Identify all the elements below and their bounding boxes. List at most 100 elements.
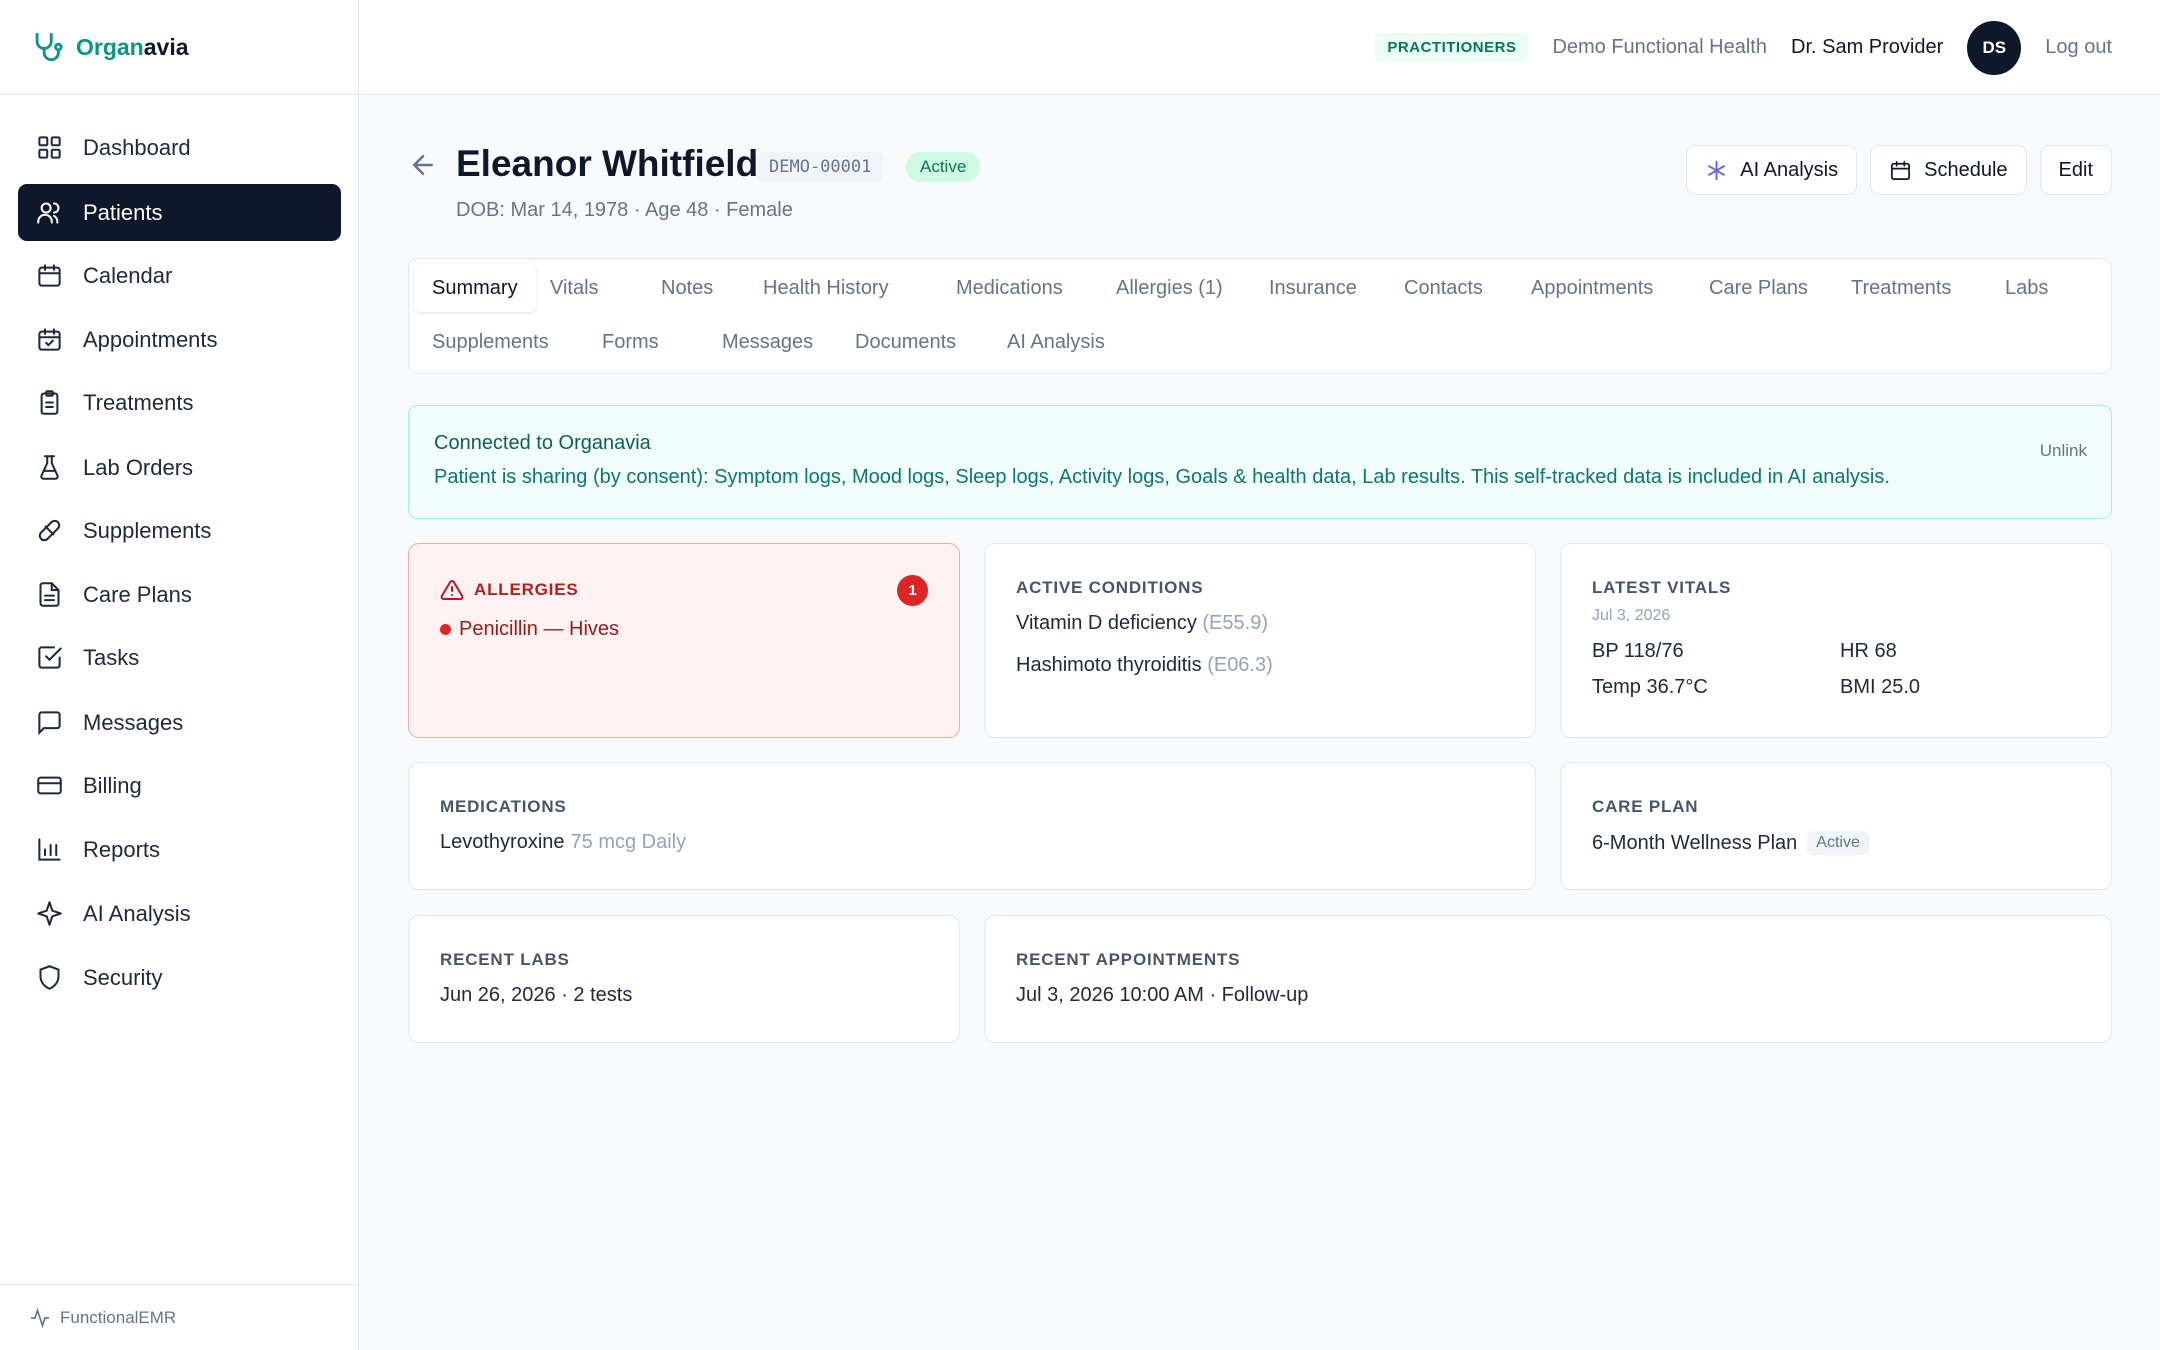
sidebar-item-label: Reports: [83, 836, 161, 862]
allergy-dot: [440, 624, 451, 635]
tab-care-plans[interactable]: Care Plans: [1691, 264, 1826, 312]
sidebar-item-label: Care Plans: [83, 581, 192, 607]
pill-icon: [38, 519, 61, 542]
tab-allergies[interactable]: Allergies (1): [1098, 264, 1241, 312]
tab-insurance[interactable]: Insurance: [1251, 264, 1375, 312]
sidebar-item-security[interactable]: Security: [18, 949, 341, 1006]
tab-treatments[interactable]: Treatments: [1833, 264, 1969, 312]
condition-item: Hashimoto thyroiditis (E06.3): [1016, 654, 1273, 677]
banner-title: Connected to Organavia: [434, 432, 651, 454]
patient-demographics: DOB: Mar 14, 1978 · Age 48 · Female: [456, 199, 793, 221]
sidebar-item-treatments[interactable]: Treatments: [18, 374, 341, 431]
tab-documents[interactable]: Documents: [837, 318, 974, 366]
allergies-header: ALLERGIES: [440, 578, 579, 602]
medication-name: Levothyroxine: [440, 831, 565, 853]
file-text-icon: [39, 582, 60, 607]
edit-label: Edit: [2058, 158, 2093, 181]
topbar: PRACTITIONERS Demo Functional Health Dr.…: [359, 0, 2160, 95]
care-plan-status-badge: Active: [1807, 831, 1869, 855]
tab-notes[interactable]: Notes: [643, 264, 731, 312]
sidebar-item-label: AI Analysis: [83, 900, 191, 926]
banner-text: Patient is sharing (by consent): Symptom…: [434, 466, 1890, 488]
tab-health-history[interactable]: Health History: [745, 264, 907, 312]
allergies-card[interactable]: ALLERGIES 1 Penicillin — Hives: [408, 543, 960, 738]
sidebar-item-tasks[interactable]: Tasks: [18, 629, 341, 686]
tab-summary[interactable]: Summary: [414, 264, 536, 312]
tab-forms[interactable]: Forms: [584, 318, 677, 366]
recent-labs-label: RECENT LABS: [440, 950, 570, 969]
brand-logo[interactable]: Organavia: [0, 0, 358, 95]
patient-tabs: Summary Vitals Notes Health History Medi…: [408, 258, 2112, 374]
avatar[interactable]: DS: [1967, 20, 2022, 75]
sidebar: Organavia Dashboard Patients Calendar Ap…: [0, 0, 359, 1350]
asterisk-icon: [1708, 160, 1726, 180]
alert-triangle-icon: [440, 579, 464, 600]
activity-icon: [30, 1307, 50, 1328]
condition-item: Vitamin D deficiency (E55.9): [1016, 612, 1268, 635]
tab-messages[interactable]: Messages: [704, 318, 831, 366]
allergy-text: Penicillin — Hives: [459, 618, 620, 640]
header-actions: AI Analysis Schedule Edit: [1686, 145, 2112, 195]
logout-link[interactable]: Log out: [2045, 36, 2112, 59]
conditions-label: ACTIVE CONDITIONS: [1016, 578, 1204, 597]
org-name[interactable]: Demo Functional Health: [1552, 36, 1767, 59]
sidebar-footer: FunctionalEMR: [0, 1284, 359, 1350]
allergy-item: Penicillin — Hives: [440, 618, 619, 641]
sidebar-item-patients[interactable]: Patients: [18, 184, 341, 241]
sidebar-item-ai-analysis[interactable]: AI Analysis: [18, 885, 341, 942]
schedule-label: Schedule: [1924, 158, 2008, 181]
vital-hr: HR 68: [1840, 640, 1897, 662]
status-badge: Active: [906, 152, 981, 182]
tab-medications[interactable]: Medications: [938, 264, 1081, 312]
unlink-button[interactable]: Unlink: [2040, 441, 2087, 461]
care-plan-label: CARE PLAN: [1592, 797, 1699, 816]
sidebar-item-dashboard[interactable]: Dashboard: [18, 119, 341, 176]
vital-bp: BP 118/76: [1592, 640, 1684, 662]
calendar-icon: [1891, 160, 1911, 180]
sidebar-item-supplements[interactable]: Supplements: [18, 502, 341, 559]
clipboard-icon: [40, 390, 59, 415]
tab-vitals[interactable]: Vitals: [532, 264, 617, 312]
active-conditions-card[interactable]: ACTIVE CONDITIONS Vitamin D deficiency (…: [984, 543, 1536, 738]
vitals-date: Jul 3, 2026: [1592, 607, 1671, 624]
sidebar-item-calendar[interactable]: Calendar: [18, 247, 341, 304]
stethoscope-icon: [35, 32, 63, 62]
sidebar-item-label: Patients: [83, 199, 163, 225]
tab-supplements[interactable]: Supplements: [414, 318, 567, 366]
care-plan-card[interactable]: CARE PLAN 6-Month Wellness Plan Active: [1560, 762, 2112, 890]
sidebar-item-appointments[interactable]: Appointments: [18, 311, 341, 368]
message-icon: [38, 711, 61, 736]
sidebar-item-label: Billing: [83, 772, 142, 798]
flask-icon: [40, 455, 59, 480]
sidebar-item-care-plans[interactable]: Care Plans: [18, 566, 341, 623]
tab-appointments[interactable]: Appointments: [1513, 264, 1671, 312]
user-name[interactable]: Dr. Sam Provider: [1791, 36, 1943, 59]
recent-appointments-card[interactable]: RECENT APPOINTMENTS Jul 3, 2026 10:00 AM…: [984, 915, 2112, 1043]
recent-labs-card[interactable]: RECENT LABS Jun 26, 2026 · 2 tests: [408, 915, 960, 1043]
sidebar-item-label: Dashboard: [83, 134, 191, 160]
sidebar-item-billing[interactable]: Billing: [18, 757, 341, 814]
shield-icon: [39, 965, 60, 990]
sidebar-item-lab-orders[interactable]: Lab Orders: [18, 439, 341, 496]
back-arrow-icon[interactable]: [408, 150, 438, 180]
sidebar-item-messages[interactable]: Messages: [18, 694, 341, 751]
credit-card-icon: [37, 776, 62, 795]
patient-header: Eleanor Whitfield DEMO-00001 Active DOB:…: [408, 95, 2112, 265]
sidebar-item-label: Messages: [83, 709, 184, 735]
tab-contacts[interactable]: Contacts: [1386, 264, 1501, 312]
brand-name: Organavia: [76, 33, 189, 60]
ai-analysis-button[interactable]: AI Analysis: [1686, 145, 1858, 195]
vital-bmi: BMI 25.0: [1840, 676, 1921, 698]
condition-name: Vitamin D deficiency: [1016, 612, 1197, 634]
condition-code: (E55.9): [1202, 612, 1268, 634]
tab-ai-analysis[interactable]: AI Analysis: [989, 318, 1123, 366]
schedule-button[interactable]: Schedule: [1870, 145, 2027, 195]
latest-vitals-card[interactable]: LATEST VITALS Jul 3, 2026 BP 118/76 HR 6…: [1560, 543, 2112, 738]
medication-item: Levothyroxine 75 mcg Daily: [440, 831, 686, 854]
tab-labs[interactable]: Labs: [1987, 264, 2066, 312]
edit-button[interactable]: Edit: [2039, 145, 2112, 195]
medications-card[interactable]: MEDICATIONS Levothyroxine 75 mcg Daily: [408, 762, 1536, 890]
vitals-label: LATEST VITALS: [1592, 578, 1732, 597]
sidebar-item-reports[interactable]: Reports: [18, 821, 341, 878]
calendar-check-icon: [38, 328, 61, 351]
